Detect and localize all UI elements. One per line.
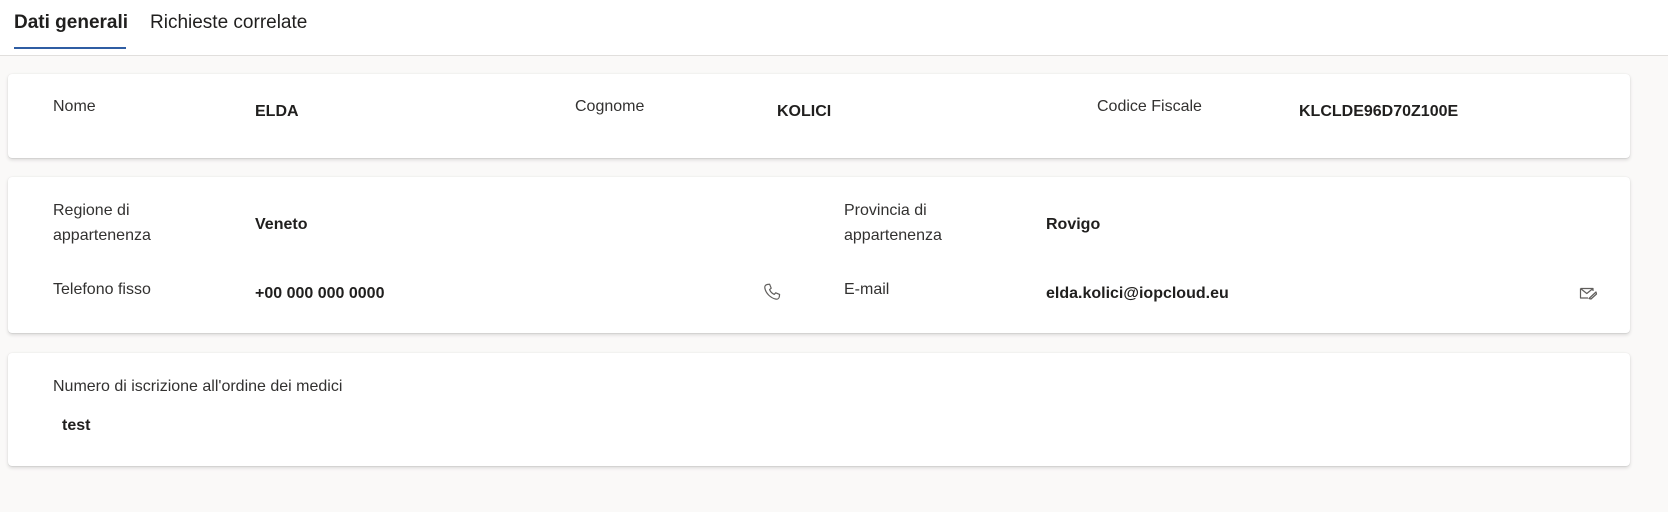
telefono-value: +00 000 000 0000	[255, 285, 385, 302]
tab-dati-generali[interactable]: Dati generali	[14, 12, 128, 34]
email-label: E-mail	[844, 281, 890, 298]
contatti-card: Regione di appartenenza Veneto Provincia…	[8, 177, 1630, 333]
iscrizione-label: Numero di iscrizione all'ordine dei medi…	[53, 378, 343, 395]
cognome-value: KOLICI	[777, 103, 832, 120]
phone-icon[interactable]	[762, 282, 782, 302]
iscrizione-card: Numero di iscrizione all'ordine dei medi…	[8, 353, 1630, 466]
tab-richieste-correlate[interactable]: Richieste correlate	[150, 12, 307, 34]
telefono-label: Telefono fisso	[53, 281, 151, 298]
email-value: elda.kolici@iopcloud.eu	[1046, 285, 1229, 302]
provincia-label-line2: appartenenza	[844, 227, 942, 244]
regione-value: Veneto	[255, 216, 308, 233]
regione-label-line2: appartenenza	[53, 227, 151, 244]
regione-label-line1: Regione di	[53, 202, 130, 219]
regione-label: Regione di appartenenza	[53, 198, 151, 248]
active-tab-indicator	[14, 47, 126, 49]
cognome-label: Cognome	[575, 98, 645, 115]
anagrafica-card: Nome ELDA Cognome KOLICI Codice Fiscale …	[8, 74, 1630, 158]
codice-fiscale-value: KLCLDE96D70Z100E	[1299, 103, 1459, 120]
iscrizione-value: test	[62, 417, 91, 434]
provincia-value: Rovigo	[1046, 216, 1101, 233]
nome-value: ELDA	[255, 103, 299, 120]
provincia-label-line1: Provincia di	[844, 202, 927, 219]
mail-send-icon[interactable]	[1578, 283, 1598, 303]
provincia-label: Provincia di appartenenza	[844, 198, 942, 248]
codice-fiscale-label: Codice Fiscale	[1097, 98, 1202, 115]
tab-bar: Dati generali Richieste correlate	[0, 0, 1668, 56]
nome-label: Nome	[53, 98, 96, 115]
